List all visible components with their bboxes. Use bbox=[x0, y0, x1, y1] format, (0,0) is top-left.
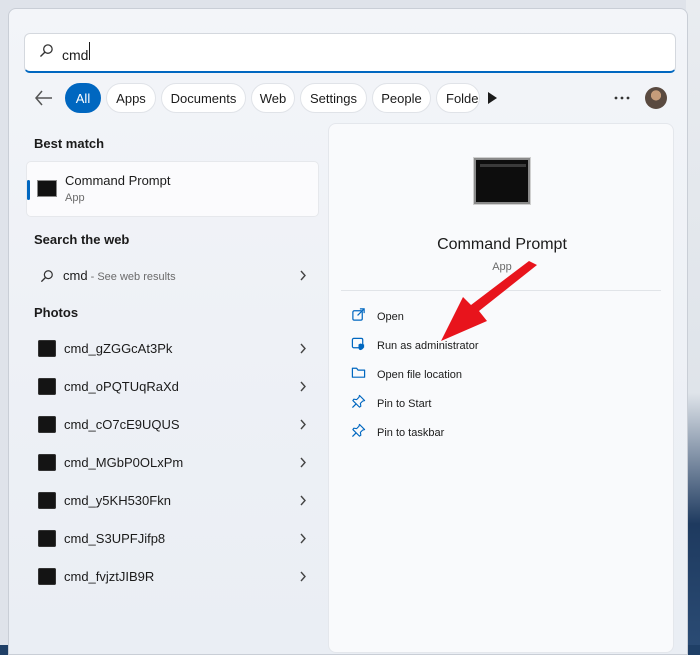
photo-name: cmd_cO7cE9UQUS bbox=[64, 417, 180, 432]
best-match-type: App bbox=[65, 192, 85, 204]
photo-thumbnail bbox=[38, 454, 56, 471]
chevron-right-icon bbox=[299, 380, 307, 393]
filter-web[interactable]: Web bbox=[251, 83, 295, 113]
photos-heading: Photos bbox=[34, 305, 79, 320]
shield-admin-icon bbox=[351, 336, 366, 356]
photo-thumbnail bbox=[38, 416, 56, 433]
action-pin-to-taskbar[interactable]: Pin to taskbar bbox=[351, 423, 444, 443]
desktop-edge bbox=[686, 0, 700, 655]
action-open-file-location[interactable]: Open file location bbox=[351, 365, 462, 385]
chevron-right-icon bbox=[299, 570, 307, 583]
filter-settings[interactable]: Settings bbox=[300, 83, 367, 113]
filter-bar: All Apps Documents Web Settings People F… bbox=[31, 83, 671, 113]
command-prompt-icon bbox=[37, 180, 57, 197]
action-label: Pin to taskbar bbox=[377, 427, 445, 439]
user-avatar[interactable] bbox=[645, 87, 667, 109]
photo-name: cmd_MGbP0OLxPm bbox=[64, 455, 184, 470]
best-match-name: Command Prompt bbox=[65, 173, 171, 188]
scroll-filters-right-icon[interactable] bbox=[486, 91, 498, 105]
photo-name: cmd_oPQTUqRaXd bbox=[64, 379, 179, 394]
selection-indicator bbox=[27, 180, 30, 200]
photo-name: cmd_gZGGcAt3Pk bbox=[64, 341, 173, 356]
filter-documents[interactable]: Documents bbox=[161, 83, 246, 113]
search-web-heading: Search the web bbox=[34, 232, 130, 247]
pin-icon bbox=[351, 394, 366, 414]
chevron-right-icon bbox=[299, 532, 307, 545]
filter-folders[interactable]: Folde bbox=[436, 83, 480, 113]
chevron-right-icon bbox=[299, 456, 307, 469]
chevron-right-icon bbox=[299, 494, 307, 507]
annotation-arrow-icon bbox=[441, 261, 537, 341]
photo-thumbnail bbox=[38, 492, 56, 509]
start-search-panel: cmd All Apps Documents Web Settings Peop… bbox=[8, 8, 688, 655]
photo-result-row[interactable]: cmd_oPQTUqRaXd bbox=[26, 372, 319, 402]
photo-name: cmd_fvjztJIB9R bbox=[64, 569, 155, 584]
open-external-icon bbox=[351, 307, 366, 327]
chevron-right-icon bbox=[299, 269, 307, 282]
details-panel: Command Prompt App Open Run as administr… bbox=[328, 123, 674, 653]
filter-people[interactable]: People bbox=[372, 83, 431, 113]
details-title: Command Prompt bbox=[437, 236, 567, 253]
web-search-hint: - See web results bbox=[87, 271, 176, 283]
search-box[interactable]: cmd bbox=[24, 33, 676, 73]
photo-result-row[interactable]: cmd_fvjztJIB9R bbox=[26, 562, 319, 592]
web-result-row[interactable]: cmd - See web results bbox=[26, 261, 319, 291]
photo-thumbnail bbox=[38, 530, 56, 547]
back-arrow-icon[interactable] bbox=[33, 88, 55, 108]
search-input[interactable]: cmd bbox=[62, 42, 362, 63]
photo-result-row[interactable]: cmd_y5KH530Fkn bbox=[26, 486, 319, 516]
chevron-right-icon bbox=[299, 342, 307, 355]
best-match-result[interactable]: Command Prompt App bbox=[26, 161, 319, 217]
filter-all[interactable]: All bbox=[65, 83, 101, 113]
filter-apps[interactable]: Apps bbox=[106, 83, 156, 113]
action-pin-to-start[interactable]: Pin to Start bbox=[351, 394, 431, 414]
web-search-term: cmd bbox=[63, 268, 88, 283]
photo-thumbnail bbox=[38, 568, 56, 585]
photo-thumbnail bbox=[38, 378, 56, 395]
action-label: Open file location bbox=[377, 369, 462, 381]
chevron-right-icon bbox=[299, 418, 307, 431]
search-icon bbox=[40, 269, 54, 283]
more-options-icon[interactable] bbox=[613, 91, 631, 105]
photo-name: cmd_S3UPFJifp8 bbox=[64, 531, 166, 546]
action-label: Open bbox=[377, 311, 404, 323]
folder-icon bbox=[351, 365, 366, 385]
pin-icon bbox=[351, 423, 366, 443]
action-open[interactable]: Open bbox=[351, 307, 404, 327]
command-prompt-icon bbox=[474, 158, 530, 204]
photo-result-row[interactable]: cmd_MGbP0OLxPm bbox=[26, 448, 319, 478]
search-icon bbox=[39, 43, 54, 63]
best-match-heading: Best match bbox=[34, 136, 105, 151]
photo-result-row[interactable]: cmd_S3UPFJifp8 bbox=[26, 524, 319, 554]
photo-result-row[interactable]: cmd_cO7cE9UQUS bbox=[26, 410, 319, 440]
photo-thumbnail bbox=[38, 340, 56, 357]
action-label: Pin to Start bbox=[377, 398, 432, 410]
photo-result-row[interactable]: cmd_gZGGcAt3Pk bbox=[26, 334, 319, 364]
photo-name: cmd_y5KH530Fkn bbox=[64, 493, 171, 508]
